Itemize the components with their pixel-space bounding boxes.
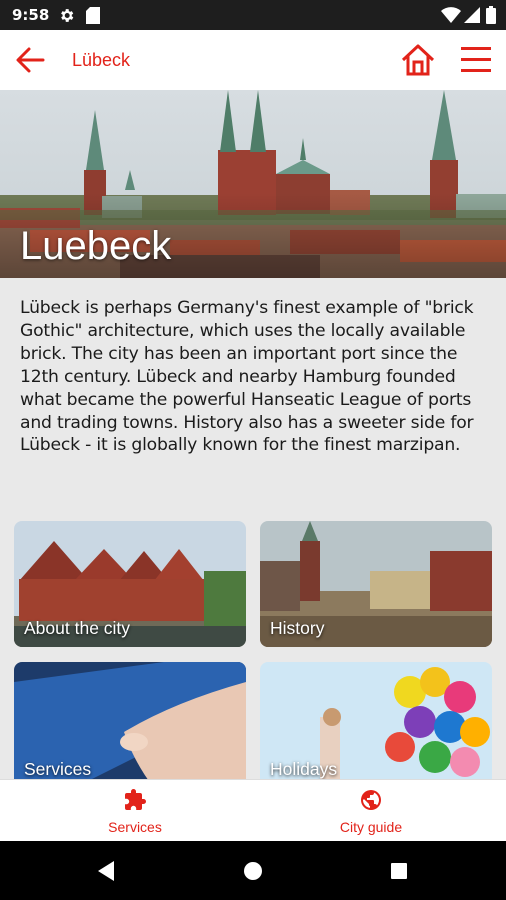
system-back-button[interactable] [96,860,116,887]
system-home-button[interactable] [243,861,263,886]
wifi-icon [441,7,461,28]
tile-label: History [270,618,325,638]
back-button[interactable] [14,44,46,76]
sd-card-icon [86,7,100,29]
home-button[interactable] [400,43,436,77]
puzzle-icon [125,789,146,810]
hamburger-menu-icon [461,47,491,72]
battery-icon [486,6,496,29]
city-description: Lübeck is perhaps Germany's finest examp… [20,298,474,456]
circle-home-icon [244,862,262,880]
home-icon [401,44,435,76]
tile-label: About the city [24,618,131,638]
hero-title: Luebeck [20,224,172,268]
menu-button[interactable] [458,44,494,76]
tile-services[interactable]: Services [14,662,246,788]
tile-label: Holidays [270,759,338,779]
nav-services[interactable]: Services [35,788,235,835]
tile-history[interactable]: History [260,521,492,647]
tile-holidays[interactable]: Holidays [260,662,492,788]
hero-image: Luebeck [0,90,506,278]
square-recents-icon [391,863,407,879]
tile-label: Services [24,759,92,779]
nav-city-guide[interactable]: City guide [271,788,471,835]
triangle-back-icon [98,861,114,881]
bottom-navigation: Services City guide [0,779,506,841]
signal-icon [464,7,480,28]
arrow-left-icon [16,47,45,73]
system-navigation-bar [0,841,506,900]
app-bar: Lübeck [0,30,506,90]
globe-icon [361,790,381,810]
status-time: 9:58 [12,6,50,24]
page-title: Lübeck [72,50,131,70]
status-bar: 9:58 [0,0,506,30]
nav-label: City guide [339,819,403,835]
tile-about-the-city[interactable]: About the city [14,521,246,647]
nav-label: Services [108,819,162,835]
settings-icon [58,7,75,29]
system-recents-button[interactable] [390,862,408,885]
